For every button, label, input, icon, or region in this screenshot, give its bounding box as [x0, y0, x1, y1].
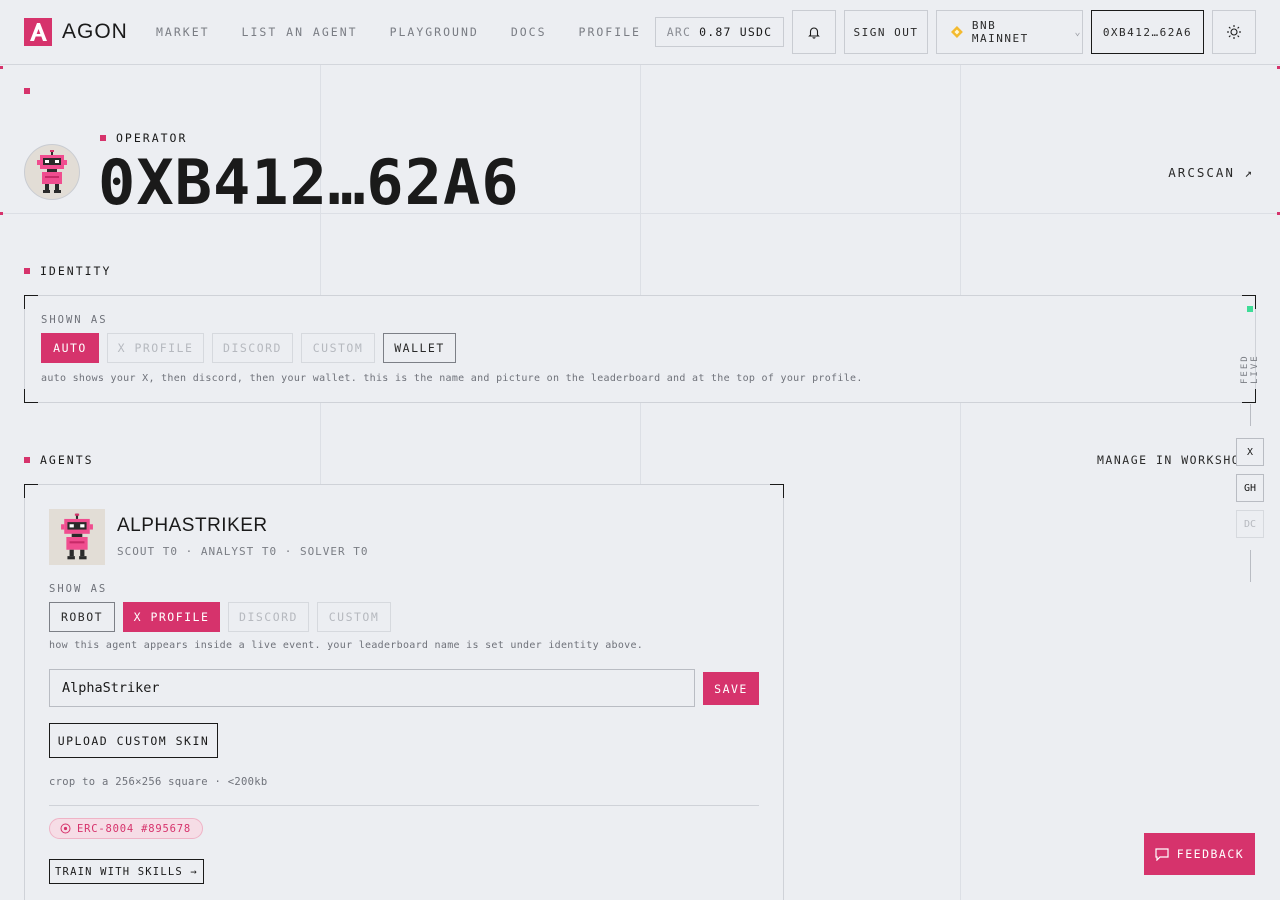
identity-option-discord[interactable]: DISCORD [212, 333, 293, 363]
agent-tiers: SCOUT T0 · ANALYST T0 · SOLVER T0 [117, 545, 369, 558]
grid-line [960, 65, 961, 900]
logo-mark-icon [24, 18, 52, 46]
identity-section-label: IDENTITY [24, 264, 111, 278]
identity-panel [24, 295, 1256, 403]
feed-live-label[interactable]: FEED LIVE [1238, 318, 1262, 384]
live-indicator-icon [1247, 306, 1253, 312]
feedback-label: FEEDBACK [1176, 847, 1245, 861]
agent-display-name-input[interactable]: AlphaStriker [49, 669, 695, 707]
rail-line [1250, 550, 1251, 582]
balance-pill: ARC 0.87 USDC [655, 17, 784, 47]
logo-text: AGON [62, 20, 128, 43]
rail-github-button[interactable]: GH [1236, 474, 1264, 502]
robot-icon [37, 150, 67, 193]
top-header: AGON MARKET LIST AN AGENT PLAYGROUND DOC… [0, 0, 1280, 65]
feedback-button[interactable]: FEEDBACK [1144, 833, 1255, 875]
nav-profile[interactable]: PROFILE [579, 25, 641, 39]
edge-tick [0, 66, 3, 69]
identity-option-wallet[interactable]: WALLET [383, 333, 456, 363]
nav-market[interactable]: MARKET [156, 25, 210, 39]
target-icon [60, 823, 71, 834]
train-with-skills-button[interactable]: TRAIN WITH SKILLS → [49, 859, 204, 884]
robot-icon [61, 513, 93, 560]
network-select[interactable]: BNB MAINNET ⌄ [936, 10, 1083, 54]
agent-name: ALPHASTRIKER [117, 515, 268, 536]
agents-section-label: AGENTS [24, 453, 94, 467]
identity-option-custom[interactable]: CUSTOM [301, 333, 375, 363]
logo[interactable]: AGON [24, 18, 128, 46]
network-label: BNB MAINNET [971, 19, 1029, 45]
chevron-down-icon: ⌄ [1074, 26, 1082, 38]
sun-icon [1227, 25, 1241, 39]
nav-playground[interactable]: PLAYGROUND [390, 25, 479, 39]
rail-discord-button[interactable]: DC [1236, 510, 1264, 538]
upload-hint: crop to a 256×256 square · <200kb [49, 776, 268, 788]
show-as-label: SHOW AS [49, 583, 108, 595]
notifications-button[interactable] [792, 10, 836, 54]
balance-value: 0.87 USDC [699, 25, 773, 39]
shown-as-label: SHOWN AS [41, 314, 108, 326]
agent-helper-text: how this agent appears inside a live eve… [49, 640, 644, 651]
rail-line [1250, 404, 1251, 426]
theme-toggle-button[interactable] [1212, 10, 1256, 54]
bell-icon [808, 27, 820, 39]
rail-x-button[interactable]: X [1236, 438, 1264, 466]
chat-bubble-icon [1155, 847, 1169, 861]
upload-custom-skin-button[interactable]: UPLOAD CUSTOM SKIN [49, 723, 218, 758]
erc-badge-label: ERC-8004 #895678 [77, 822, 191, 835]
balance-label: ARC [666, 25, 692, 39]
manage-in-workshop-link[interactable]: MANAGE IN WORKSHOP [1097, 453, 1249, 467]
operator-avatar [24, 144, 80, 200]
agent-option-x-profile[interactable]: X PROFILE [123, 602, 220, 632]
edge-tick [0, 212, 3, 215]
wallet-button[interactable]: 0XB412…62A6 [1091, 10, 1204, 54]
identity-option-x-profile[interactable]: X PROFILE [107, 333, 204, 363]
identity-helper-text: auto shows your X, then discord, then yo… [41, 373, 863, 384]
identity-option-auto[interactable]: AUTO [41, 333, 99, 363]
agent-option-robot[interactable]: ROBOT [49, 602, 115, 632]
nav-docs[interactable]: DOCS [511, 25, 547, 39]
erc-badge: ERC-8004 #895678 [49, 818, 203, 839]
section-marker [24, 88, 30, 94]
agent-avatar [49, 509, 105, 565]
agent-option-discord[interactable]: DISCORD [228, 602, 309, 632]
nav-list-an-agent[interactable]: LIST AN AGENT [242, 25, 358, 39]
operator-address: 0XB412…62A6 [98, 146, 520, 219]
operator-label: OPERATOR [100, 131, 187, 145]
sign-out-button[interactable]: SIGN OUT [844, 10, 928, 54]
main-nav: MARKET LIST AN AGENT PLAYGROUND DOCS PRO… [156, 25, 641, 39]
bnb-icon [950, 26, 963, 38]
agent-option-custom[interactable]: CUSTOM [317, 602, 391, 632]
divider [49, 805, 759, 806]
arcscan-link[interactable]: ARCSCAN ↗ [1168, 165, 1254, 180]
save-button[interactable]: SAVE [703, 672, 759, 705]
